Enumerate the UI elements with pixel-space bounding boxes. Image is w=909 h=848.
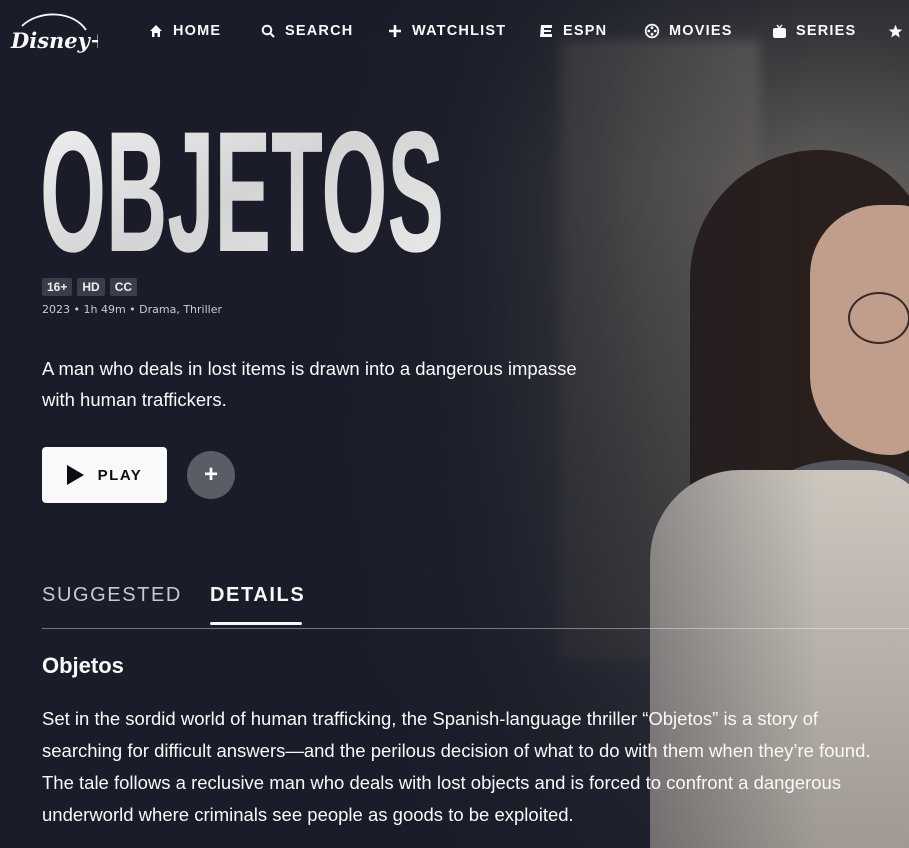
nav-watchlist[interactable]: WATCHLIST [386, 21, 506, 41]
nav-series-label: SERIES [796, 23, 857, 39]
disney-plus-logo[interactable]: Disney+ [8, 8, 98, 56]
svg-text:OBJETOS: OBJETOS [40, 118, 444, 258]
nav-espn[interactable]: ESPN [537, 21, 607, 41]
movies-icon [643, 22, 661, 40]
nav-home-label: HOME [173, 23, 222, 39]
nav-espn-label: ESPN [563, 23, 608, 39]
nav-movies-label: MOVIES [669, 23, 733, 39]
plus-icon [386, 22, 404, 40]
espn-icon [537, 22, 555, 40]
nav-series[interactable]: SERIES [770, 21, 856, 41]
rating-badges: 16+ HD CC [42, 278, 138, 296]
nav-search-label: SEARCH [285, 23, 354, 39]
nav-watchlist-label: WATCHLIST [412, 23, 507, 39]
content-tabs: SUGGESTED DETAILS [42, 584, 909, 629]
title-metadata: 2023 • 1h 49m • Drama, Thriller [42, 303, 222, 316]
nav-search[interactable]: SEARCH [259, 21, 353, 41]
top-nav: Disney+ HOME SEARCH WATCHLIST ESPN MOVIE… [0, 0, 909, 62]
nav-home[interactable]: HOME [147, 21, 221, 41]
active-tab-indicator [210, 622, 302, 625]
title-description: A man who deals in lost items is drawn i… [42, 358, 577, 410]
plus-icon: + [203, 461, 218, 488]
tab-suggested[interactable]: SUGGESTED [42, 584, 182, 607]
series-icon [770, 22, 788, 40]
play-button-label: PLAY [97, 466, 143, 484]
age-rating-badge: 16+ [42, 278, 73, 296]
search-icon [259, 22, 277, 40]
details-title: Objetos [42, 653, 124, 678]
nav-originals[interactable] [886, 21, 909, 41]
title-logo: OBJETOS [40, 118, 444, 258]
nav-movies[interactable]: MOVIES [643, 21, 733, 41]
star-icon [886, 22, 904, 40]
play-button[interactable]: PLAY [42, 447, 167, 503]
add-to-watchlist-button[interactable]: + [187, 451, 235, 499]
cc-badge: CC [109, 278, 138, 296]
svg-text:Disney+: Disney+ [10, 28, 98, 53]
play-icon [66, 465, 84, 485]
details-synopsis: Set in the sordid world of human traffic… [42, 708, 871, 825]
hd-badge: HD [77, 278, 105, 296]
tab-details[interactable]: DETAILS [210, 584, 305, 607]
home-icon [147, 22, 165, 40]
